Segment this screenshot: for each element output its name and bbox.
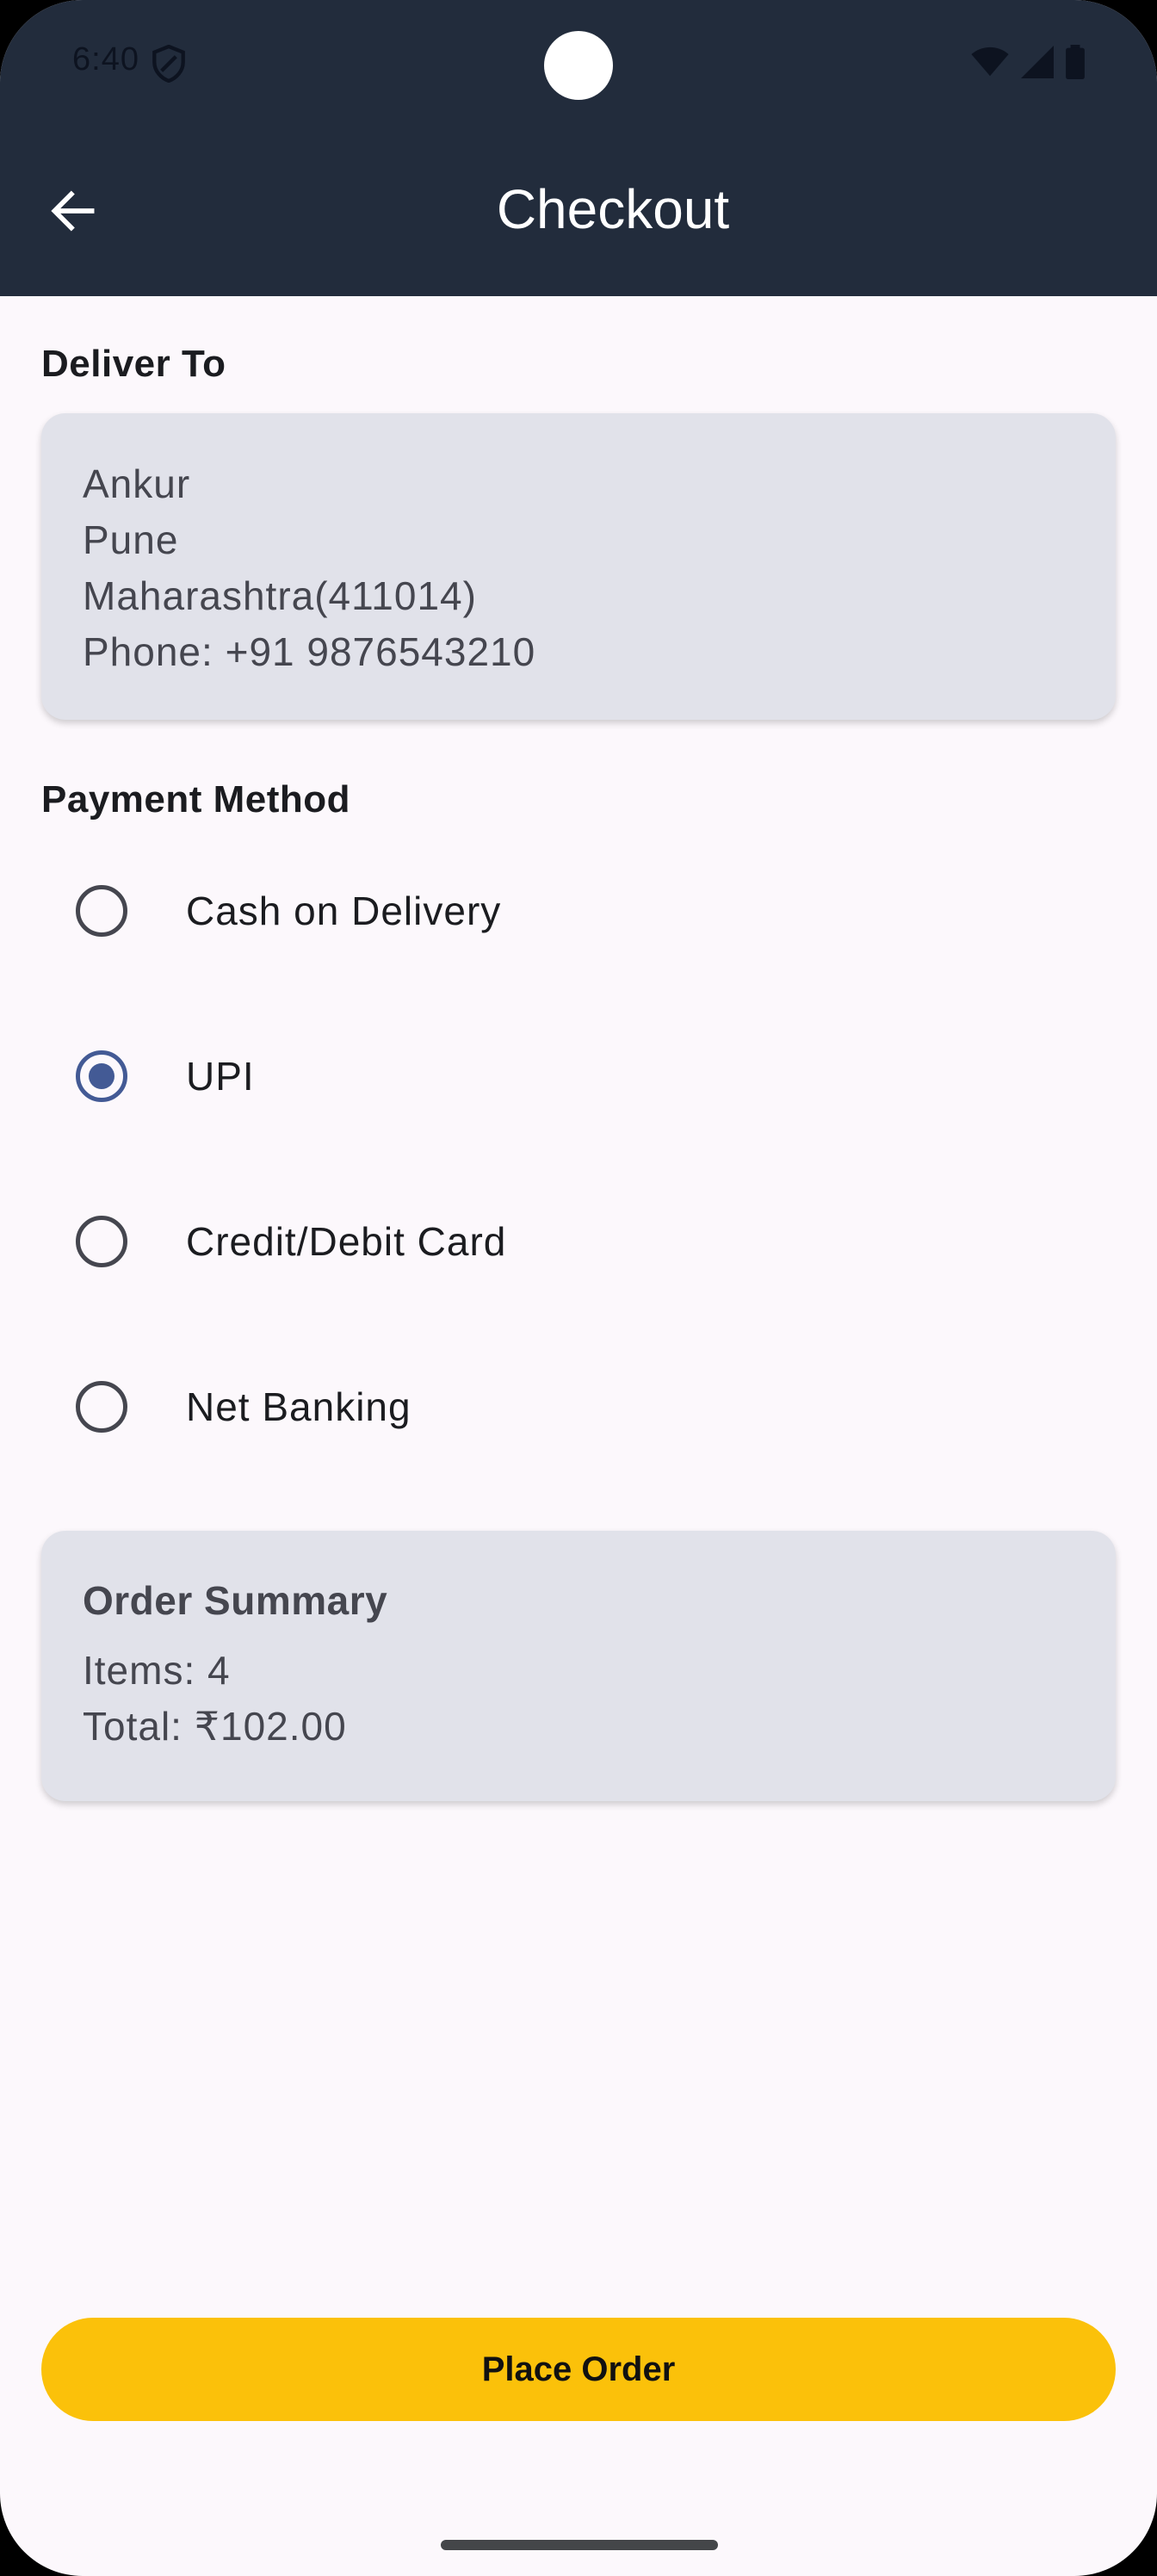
page-title: Checkout (496, 178, 730, 240)
status-time: 6:40 (72, 41, 139, 77)
phone-screen: 6:40 Checkout Deliver To Ankur Pune Maha… (0, 0, 1157, 2576)
deliver-to-heading: Deliver To (41, 343, 226, 385)
payment-option-cash[interactable]: Cash on Delivery (76, 868, 1074, 954)
cell-signal-icon (1021, 46, 1054, 78)
recipient-city: Pune (83, 517, 179, 562)
payment-method-heading: Payment Method (41, 778, 351, 820)
payment-option-label: UPI (186, 1054, 255, 1099)
payment-option-card[interactable]: Credit/Debit Card (76, 1198, 1074, 1285)
radio-button[interactable] (76, 885, 127, 937)
radio-button-selected[interactable] (76, 1050, 127, 1102)
home-indicator[interactable] (441, 2540, 718, 2550)
order-summary-heading: Order Summary (83, 1578, 388, 1623)
payment-option-label: Cash on Delivery (186, 889, 502, 933)
order-items-count: Items: 4 (83, 1648, 231, 1693)
payment-option-label: Credit/Debit Card (186, 1219, 507, 1264)
radio-button[interactable] (76, 1216, 127, 1267)
battery-icon (1066, 45, 1085, 79)
recipient-phone: Phone: +91 9876543210 (83, 629, 536, 674)
app-header: 6:40 Checkout (0, 0, 1157, 296)
address-card: Ankur Pune Maharashtra(411014) Phone: +9… (41, 413, 1116, 720)
order-summary-card: Order Summary Items: 4 Total: ₹102.00 (41, 1531, 1116, 1801)
wifi-icon (971, 46, 1009, 77)
camera-cutout (544, 31, 613, 100)
payment-option-label: Net Banking (186, 1384, 411, 1429)
payment-option-upi[interactable]: UPI (76, 1033, 1074, 1119)
order-total: Total: ₹102.00 (83, 1704, 347, 1749)
recipient-name: Ankur (83, 461, 191, 506)
radio-button[interactable] (76, 1381, 127, 1433)
recipient-state: Maharashtra(411014) (83, 573, 477, 618)
payment-option-netbanking[interactable]: Net Banking (76, 1364, 1074, 1450)
shield-icon (152, 45, 185, 83)
place-order-button[interactable]: Place Order (41, 2318, 1116, 2421)
status-icons (971, 45, 1085, 79)
